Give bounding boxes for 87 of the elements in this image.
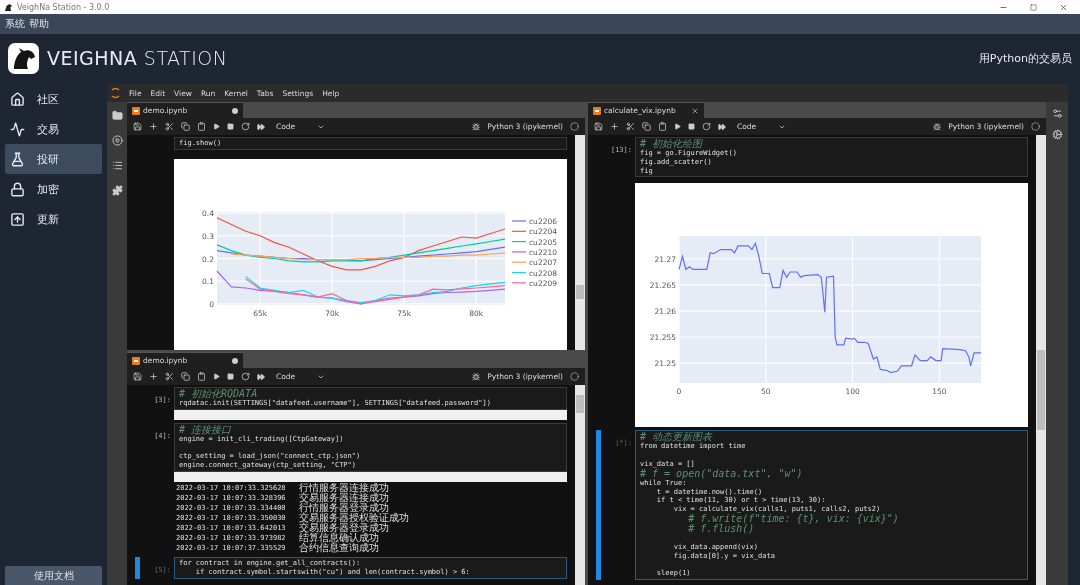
bug-icon[interactable]	[933, 122, 942, 131]
bug-icon[interactable]	[472, 372, 481, 381]
folder-icon[interactable]	[111, 110, 123, 121]
code-line: # f = open("data.txt", "w")	[640, 468, 804, 479]
code-line: # 初始化RQDATA	[179, 389, 258, 399]
menu-item[interactable]: 帮助	[29, 17, 49, 31]
horizontal-scrollbar[interactable]	[174, 409, 567, 420]
cut-icon[interactable]	[165, 122, 174, 131]
log-message: 合约信息查询成功	[299, 543, 379, 553]
lock-icon	[10, 181, 25, 197]
kernel-status-icon	[1031, 122, 1040, 131]
jupyter-logo-icon	[111, 87, 120, 99]
window-title: VeighNa Station - 3.0.0	[17, 2, 111, 12]
code-line: # 连接接口	[179, 424, 232, 435]
brand-title: VEIGHNA STATION	[47, 47, 229, 69]
maximize-icon	[1029, 3, 1037, 11]
docs-button[interactable]: 使用文档	[5, 566, 102, 585]
scrollbar-thumb[interactable]	[576, 395, 584, 413]
log-message: 行情服务器连接成功	[299, 483, 389, 493]
code-cell[interactable]	[635, 430, 1028, 580]
gear-icon[interactable]	[1051, 129, 1063, 140]
log-message: 行情服务器登录成功	[299, 503, 389, 513]
scrollbar-thumb[interactable]	[576, 285, 584, 299]
save-icon[interactable]	[133, 122, 142, 131]
sidebar-item[interactable]: 加密	[5, 174, 102, 204]
stop-icon[interactable]	[227, 373, 234, 380]
stop-icon[interactable]	[227, 123, 234, 130]
horizontal-scrollbar[interactable]	[174, 472, 567, 482]
run-all-icon[interactable]	[718, 122, 726, 131]
scrollbar-track[interactable]	[1036, 135, 1046, 585]
list-icon[interactable]	[111, 160, 123, 171]
code-line: # 动态更新图表	[640, 432, 713, 443]
settings-icon[interactable]	[1051, 108, 1063, 119]
restart-icon[interactable]	[702, 122, 711, 131]
add-icon[interactable]	[149, 122, 158, 131]
log-message: 交易服务器连接成功	[299, 493, 389, 503]
paste-icon[interactable]	[197, 122, 206, 131]
add-icon[interactable]	[610, 122, 619, 131]
play-icon[interactable]	[213, 123, 220, 130]
home-icon	[10, 91, 25, 107]
sidebar-item[interactable]: 社区	[5, 84, 102, 114]
code-line: # f.write(f"time: {t}, vix: {vix}")	[687, 513, 900, 524]
code-line: # f.flush()	[687, 523, 755, 534]
restart-icon[interactable]	[241, 372, 250, 381]
chart-icon	[10, 121, 25, 137]
running-icon[interactable]	[111, 135, 123, 146]
cut-icon[interactable]	[165, 372, 174, 381]
notebook-icon	[132, 106, 140, 115]
menu-item[interactable]: 系统	[5, 17, 25, 31]
flask-icon	[10, 151, 25, 167]
notebook-icon	[132, 356, 140, 365]
log-message: 交易服务器登录成功	[299, 523, 389, 533]
save-icon[interactable]	[133, 372, 142, 381]
copy-icon[interactable]	[181, 372, 190, 381]
notebook-icon	[593, 106, 601, 115]
slogan: 用Python的交易员	[978, 50, 1072, 66]
scrollbar-thumb[interactable]	[1037, 350, 1045, 430]
bug-icon[interactable]	[472, 122, 481, 131]
scrollbar-track[interactable]	[575, 385, 585, 585]
run-all-icon[interactable]	[257, 372, 265, 381]
restart-icon[interactable]	[241, 122, 250, 131]
copy-icon[interactable]	[642, 122, 651, 131]
log-message: 结算信息确认成功	[299, 533, 379, 543]
close-icon	[1058, 2, 1068, 12]
play-icon[interactable]	[674, 123, 681, 130]
log-message: 交易服务器授权验证成功	[299, 513, 409, 523]
sidebar-item[interactable]: 更新	[5, 204, 102, 234]
stop-icon[interactable]	[688, 123, 695, 130]
play-icon[interactable]	[213, 373, 220, 380]
add-icon[interactable]	[149, 372, 158, 381]
kernel-status-icon	[570, 372, 579, 381]
puzzle-icon[interactable]	[111, 185, 123, 196]
paste-icon[interactable]	[658, 122, 667, 131]
copy-icon[interactable]	[181, 122, 190, 131]
app-icon	[4, 2, 13, 12]
save-icon[interactable]	[594, 122, 603, 131]
run-all-icon[interactable]	[257, 122, 265, 131]
sidebar-item[interactable]: 投研	[5, 144, 102, 174]
paste-icon[interactable]	[197, 372, 206, 381]
sidebar-item[interactable]: 交易	[5, 114, 102, 144]
logo-icon	[8, 42, 39, 74]
cut-icon[interactable]	[626, 122, 635, 131]
code-line: # 初始化绘图	[640, 139, 703, 149]
kernel-status-icon	[570, 122, 579, 131]
close-icon[interactable]	[691, 106, 699, 115]
upload-icon	[10, 211, 25, 227]
scrollbar-track[interactable]	[575, 135, 585, 350]
